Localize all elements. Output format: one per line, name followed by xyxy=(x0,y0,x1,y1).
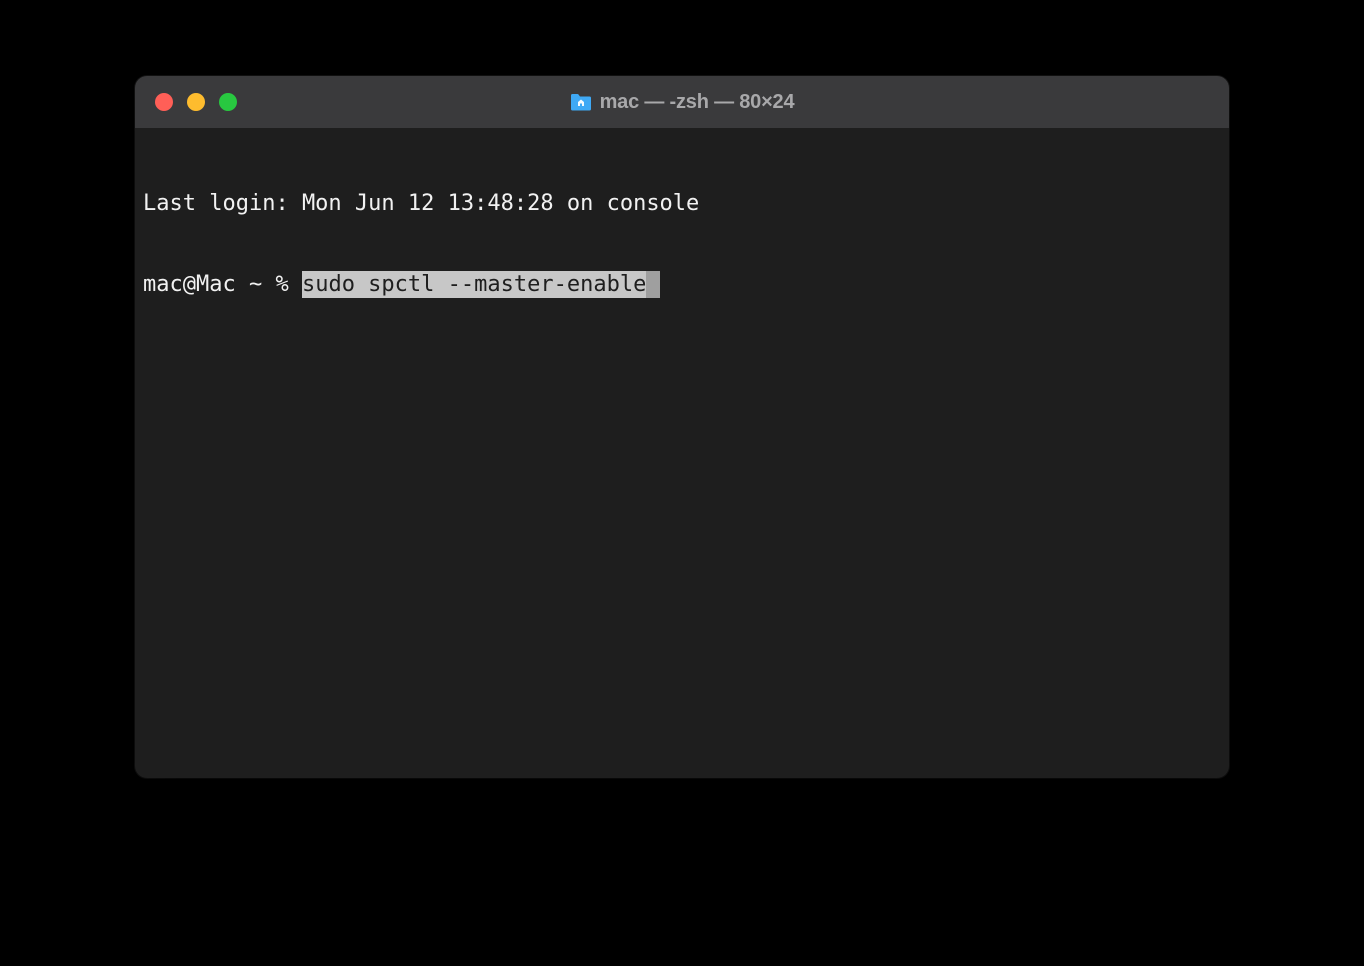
title-bar[interactable]: mac — -zsh — 80×24 xyxy=(135,76,1229,128)
traffic-lights xyxy=(135,93,237,111)
cursor xyxy=(646,271,660,298)
close-button[interactable] xyxy=(155,93,173,111)
folder-home-icon xyxy=(570,93,592,111)
window-title: mac — -zsh — 80×24 xyxy=(600,91,795,114)
minimize-button[interactable] xyxy=(187,93,205,111)
title-content: mac — -zsh — 80×24 xyxy=(135,91,1229,114)
terminal-body[interactable]: Last login: Mon Jun 12 13:48:28 on conso… xyxy=(135,128,1229,778)
prompt-line[interactable]: mac@Mac ~ % sudo spctl --master-enable xyxy=(143,271,1221,298)
shell-prompt: mac@Mac ~ % xyxy=(143,271,302,298)
login-message: Last login: Mon Jun 12 13:48:28 on conso… xyxy=(143,190,1221,217)
command-input[interactable]: sudo spctl --master-enable xyxy=(302,271,646,298)
maximize-button[interactable] xyxy=(219,93,237,111)
terminal-window: mac — -zsh — 80×24 Last login: Mon Jun 1… xyxy=(135,76,1229,778)
